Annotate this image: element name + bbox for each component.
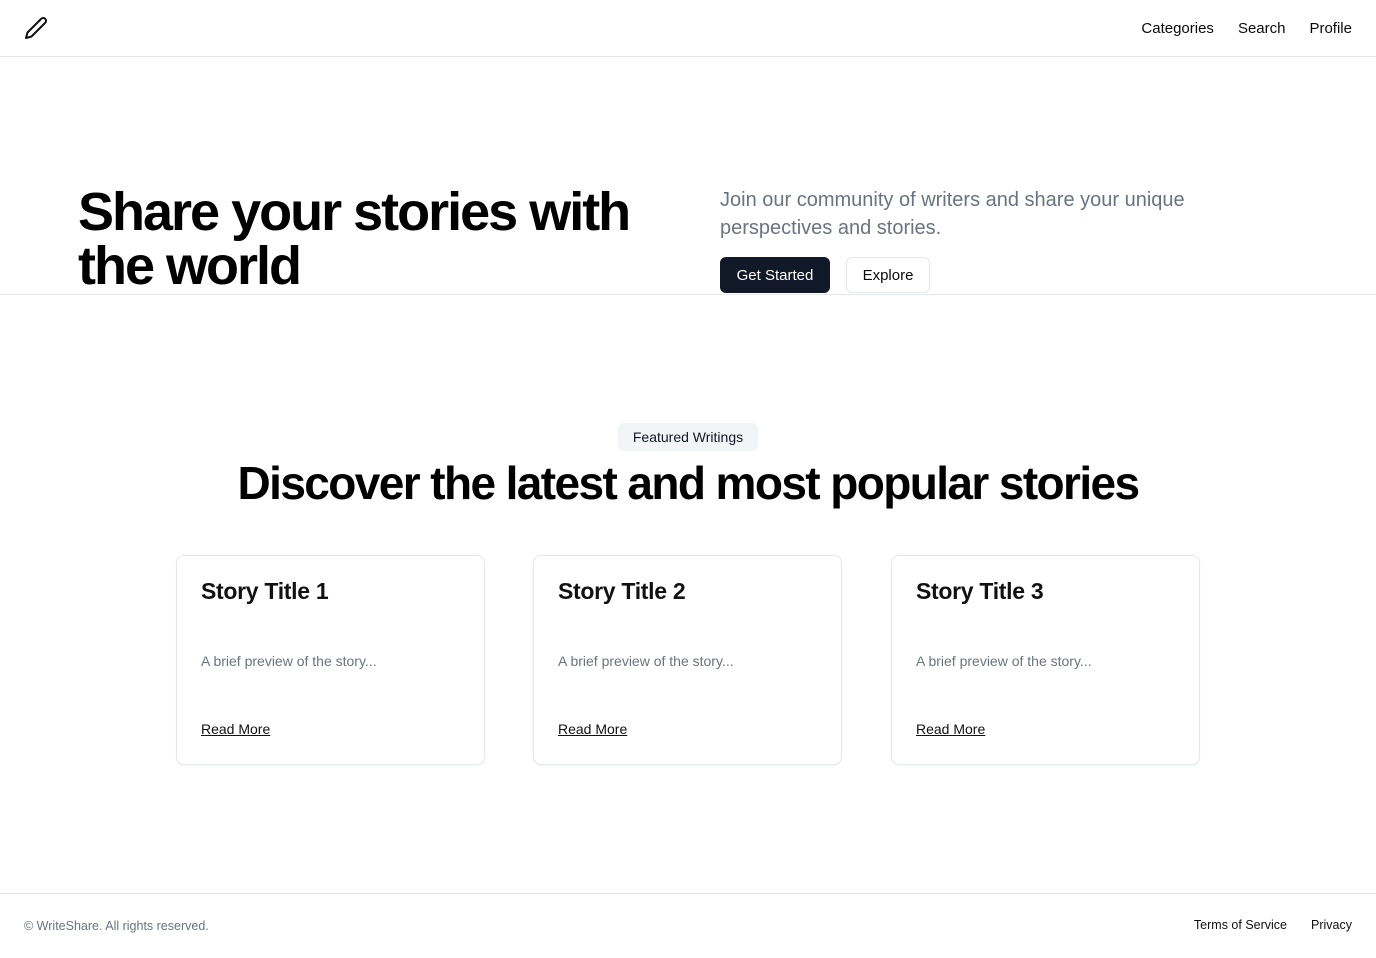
main-nav: Categories Search Profile — [1141, 0, 1352, 56]
hero-description: Join our community of writers and share … — [720, 189, 1185, 239]
story-card-preview: A brief preview of the story... — [201, 653, 377, 669]
nav-categories[interactable]: Categories — [1141, 20, 1214, 37]
hero-section: Share your stories with the world Join o… — [0, 57, 1376, 295]
story-card-preview: A brief preview of the story... — [558, 653, 734, 669]
hero-title: Share your stories with the world — [78, 182, 631, 296]
copyright-text: © WriteShare. All rights reserved. — [24, 919, 209, 933]
nav-profile[interactable]: Profile — [1309, 20, 1352, 37]
story-card: Story Title 3 A brief preview of the sto… — [891, 555, 1200, 765]
read-more-link[interactable]: Read More — [916, 721, 985, 737]
story-card-title: Story Title 2 — [558, 578, 686, 604]
pencil-icon — [25, 17, 48, 39]
site-header: Categories Search Profile — [0, 0, 1376, 57]
featured-title: Discover the latest and most popular sto… — [237, 457, 1141, 509]
story-card-preview: A brief preview of the story... — [916, 653, 1092, 669]
nav-search[interactable]: Search — [1238, 20, 1286, 37]
read-more-link[interactable]: Read More — [558, 721, 627, 737]
story-cards: Story Title 1 A brief preview of the sto… — [176, 555, 1200, 765]
get-started-button[interactable]: Get Started — [720, 257, 830, 293]
site-footer: © WriteShare. All rights reserved. Terms… — [0, 893, 1376, 958]
explore-button[interactable]: Explore — [846, 257, 930, 293]
featured-badge: Featured Writings — [618, 423, 758, 451]
story-card: Story Title 2 A brief preview of the sto… — [533, 555, 842, 765]
logo-link[interactable] — [24, 16, 48, 40]
story-card-title: Story Title 1 — [201, 578, 329, 604]
read-more-link[interactable]: Read More — [201, 721, 270, 737]
story-card: Story Title 1 A brief preview of the sto… — [176, 555, 485, 765]
story-card-title: Story Title 3 — [916, 578, 1044, 604]
privacy-link[interactable]: Privacy — [1311, 918, 1352, 932]
footer-nav: Terms of Service Privacy — [1194, 918, 1352, 932]
terms-of-service-link[interactable]: Terms of Service — [1194, 918, 1287, 932]
